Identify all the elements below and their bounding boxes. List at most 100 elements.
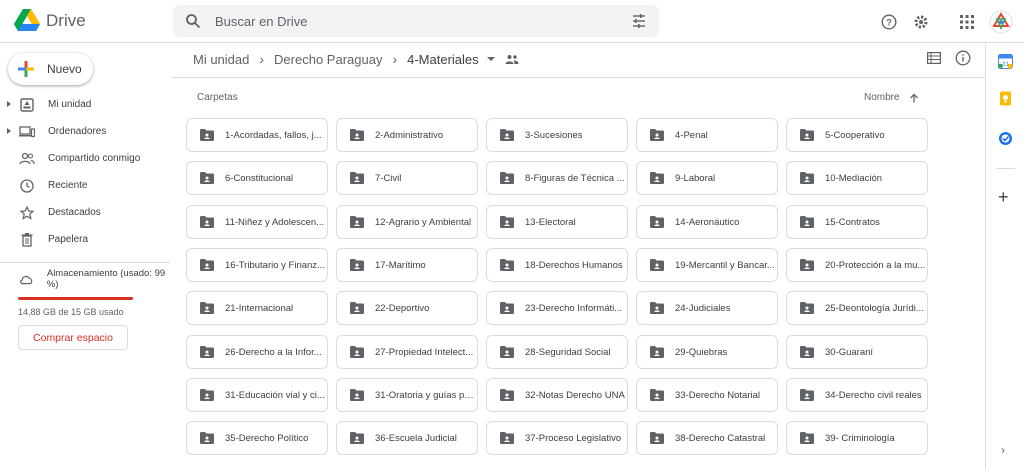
folder-name: 39- Criminología: [825, 432, 895, 444]
folder-item[interactable]: 14-Aeronáutico: [636, 205, 778, 239]
cloud-icon: [20, 275, 33, 285]
folder-item[interactable]: 7-Civil: [336, 161, 478, 195]
folder-item[interactable]: 8-Figuras de Técnica ...: [486, 161, 628, 195]
folder-item[interactable]: 2-Administrativo: [336, 118, 478, 152]
clock-icon: [19, 178, 35, 194]
shared-folder-icon: [500, 346, 514, 358]
folder-name: 13-Electoral: [525, 216, 576, 228]
folder-name: 20-Protección a la mu...: [825, 259, 926, 271]
folder-item[interactable]: 32-Notas Derecho UNA: [486, 378, 628, 412]
folder-item[interactable]: 5-Cooperativo: [786, 118, 928, 152]
folder-item[interactable]: 27-Propiedad Intelect...: [336, 335, 478, 369]
folder-item[interactable]: 10-Mediación: [786, 161, 928, 195]
storage-link[interactable]: Almacenamiento (usado: 99 %): [0, 268, 170, 290]
folder-item[interactable]: 38-Derecho Catastral: [636, 421, 778, 455]
search-options-icon[interactable]: [631, 13, 647, 29]
folder-item[interactable]: 34-Derecho civil reales: [786, 378, 928, 412]
folder-item[interactable]: 20-Protección a la mu...: [786, 248, 928, 282]
folder-item[interactable]: 3-Sucesiones: [486, 118, 628, 152]
folder-item[interactable]: 21-Internacional: [186, 291, 328, 325]
folder-item[interactable]: 30-Guaraní: [786, 335, 928, 369]
sidebar-nav: Mi unidad Ordenadores Compartido conmigo…: [0, 91, 170, 253]
drive-logo-icon: [14, 9, 40, 31]
keep-icon[interactable]: [998, 91, 1013, 106]
plus-icon: [18, 61, 34, 77]
folder-item[interactable]: 1-Acordadas, fallos, j...: [186, 118, 328, 152]
sidebar-item-shared[interactable]: Compartido conmigo: [0, 145, 170, 172]
breadcrumb-item-current[interactable]: 4-Materiales: [407, 52, 479, 67]
sidebar-item-trash[interactable]: Papelera: [0, 226, 170, 253]
shared-folder-icon: [650, 216, 664, 228]
sidebar-item-my-drive[interactable]: Mi unidad: [0, 91, 170, 118]
folder-item[interactable]: 26-Derecho a la Infor...: [186, 335, 328, 369]
folder-item[interactable]: 23-Derecho Informáti...: [486, 291, 628, 325]
folder-item[interactable]: 12-Agrario y Ambiental: [336, 205, 478, 239]
folder-item[interactable]: 37-Proceso Legislativo: [486, 421, 628, 455]
dropdown-arrow-icon[interactable]: [486, 57, 495, 61]
search-input[interactable]: Buscar en Drive: [215, 14, 631, 29]
settings-icon[interactable]: [906, 7, 936, 37]
folder-item[interactable]: 39- Criminología: [786, 421, 928, 455]
expand-arrow-icon[interactable]: [7, 101, 11, 107]
info-icon[interactable]: [955, 50, 971, 66]
folder-item[interactable]: 13-Electoral: [486, 205, 628, 239]
folder-item[interactable]: 24-Judiciales: [636, 291, 778, 325]
svg-text:?: ?: [886, 17, 892, 27]
folder-item[interactable]: 31-Educación vial y ci...: [186, 378, 328, 412]
folder-item[interactable]: 9-Laboral: [636, 161, 778, 195]
account-avatar[interactable]: [986, 7, 1016, 37]
folder-name: 16-Tributario y Finanz...: [225, 259, 325, 271]
shared-folder-icon: [800, 346, 814, 358]
folder-item[interactable]: 22-Deportivo: [336, 291, 478, 325]
sidebar-item-starred[interactable]: Destacados: [0, 199, 170, 226]
folder-name: 12-Agrario y Ambiental: [375, 216, 472, 228]
expand-arrow-icon[interactable]: [7, 128, 11, 134]
list-view-icon[interactable]: [927, 52, 941, 64]
search-bar[interactable]: Buscar en Drive: [173, 5, 659, 37]
folder-item[interactable]: 18-Derechos Humanos: [486, 248, 628, 282]
folder-item[interactable]: 6-Constitucional: [186, 161, 328, 195]
drive-logo[interactable]: Drive: [14, 9, 86, 32]
folder-item[interactable]: 11-Niñez y Adolescen...: [186, 205, 328, 239]
breadcrumb-item-my-drive[interactable]: Mi unidad: [193, 52, 249, 67]
folder-item[interactable]: 35-Derecho Político: [186, 421, 328, 455]
new-button[interactable]: Nuevo: [8, 53, 93, 85]
tasks-icon[interactable]: [998, 131, 1013, 146]
folder-item[interactable]: 15-Contratos: [786, 205, 928, 239]
arrow-up-icon[interactable]: [909, 93, 919, 103]
folder-item[interactable]: 25-Deontología Jurídi...: [786, 291, 928, 325]
folder-item[interactable]: 4-Penal: [636, 118, 778, 152]
expand-icon[interactable]: ›: [1001, 443, 1005, 457]
shared-folder-icon: [200, 389, 214, 401]
folder-item[interactable]: 19-Mercantil y Bancar...: [636, 248, 778, 282]
folder-name: 10-Mediación: [825, 172, 883, 184]
sidebar-item-computers[interactable]: Ordenadores: [0, 118, 170, 145]
sort-by-name[interactable]: Nombre: [864, 92, 919, 103]
shared-folder-icon: [500, 302, 514, 314]
folder-item[interactable]: 17-Marítimo: [336, 248, 478, 282]
folder-item[interactable]: 16-Tributario y Finanz...: [186, 248, 328, 282]
buy-storage-button[interactable]: Comprar espacio: [18, 325, 128, 350]
folder-item[interactable]: 29-Quiebras: [636, 335, 778, 369]
storage-progress-fill: [18, 297, 133, 300]
folder-item[interactable]: 36-Escuela Judicial: [336, 421, 478, 455]
new-button-label: Nuevo: [47, 62, 82, 76]
search-icon[interactable]: [185, 13, 201, 29]
app-title: Drive: [46, 10, 86, 30]
shared-folder-icon: [650, 302, 664, 314]
apps-grid-icon[interactable]: [952, 7, 982, 37]
storage-section: Almacenamiento (usado: 99 %) 14,88 GB de…: [0, 268, 170, 317]
shared-folder-icon: [500, 172, 514, 184]
folder-item[interactable]: 31-Oratoria y guías pa...: [336, 378, 478, 412]
folder-item[interactable]: 33-Derecho Notarial: [636, 378, 778, 412]
help-icon[interactable]: ?: [874, 7, 904, 37]
folder-item[interactable]: 28-Seguridad Social: [486, 335, 628, 369]
calendar-icon[interactable]: 31: [998, 54, 1013, 69]
folder-name: 2-Administrativo: [375, 129, 444, 141]
shared-folder-icon: [200, 302, 214, 314]
sidebar-item-recent[interactable]: Reciente: [0, 172, 170, 199]
shared-folder-icon: [800, 172, 814, 184]
breadcrumb-item-derecho-paraguay[interactable]: Derecho Paraguay: [274, 52, 382, 67]
folder-name: 19-Mercantil y Bancar...: [675, 259, 775, 271]
add-icon[interactable]: +: [998, 188, 1009, 206]
